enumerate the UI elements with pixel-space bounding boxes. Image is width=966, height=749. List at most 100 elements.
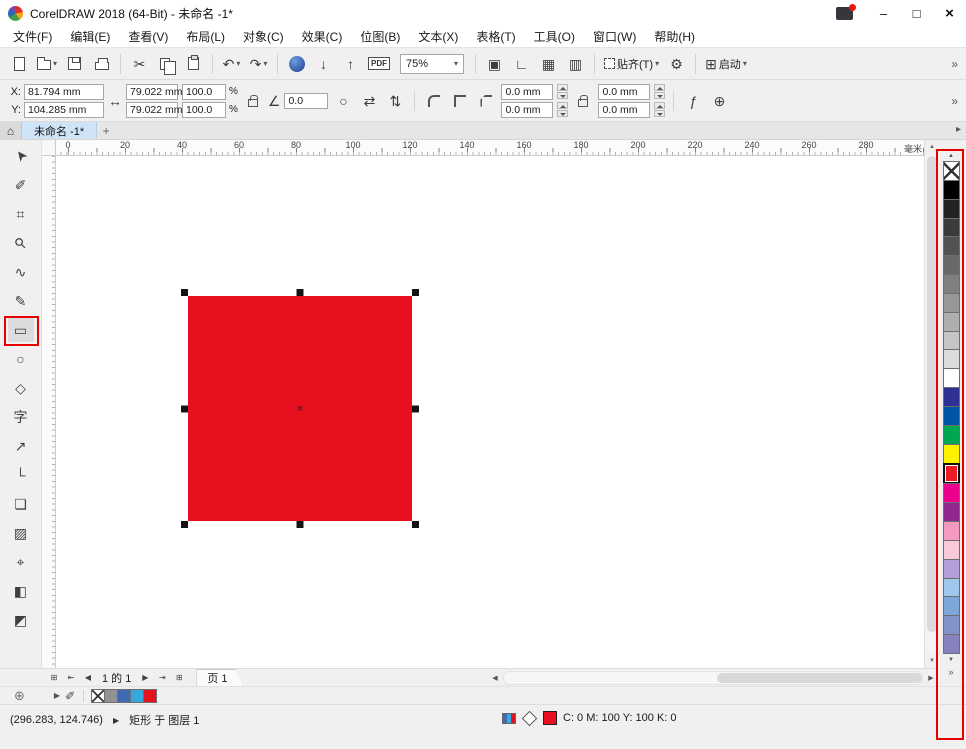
options-button[interactable]: ⚙ bbox=[664, 51, 689, 77]
corner-radius-br-field[interactable]: 0.0 mm bbox=[598, 102, 650, 118]
text-tool[interactable]: 字 bbox=[8, 405, 34, 429]
add-tools-button[interactable]: ⊕ bbox=[14, 688, 25, 704]
hscroll-left-button[interactable]: ◀ bbox=[488, 670, 502, 686]
statusbar-flyout-icon[interactable]: ▶ bbox=[113, 716, 119, 725]
rotation-angle-field[interactable]: 0.0 bbox=[284, 93, 328, 109]
round-corner-button[interactable] bbox=[423, 90, 445, 112]
snap-to-button[interactable]: 贴齐(T)▾ bbox=[601, 51, 662, 77]
selection-handle-top-right[interactable] bbox=[412, 289, 419, 296]
palette-swatch-pink[interactable] bbox=[943, 521, 960, 541]
palette-swatch-cyan-blue[interactable] bbox=[943, 406, 960, 426]
horizontal-scrollbar-thumb[interactable] bbox=[717, 673, 922, 683]
horizontal-scrollbar[interactable] bbox=[503, 671, 923, 685]
y-position-field[interactable]: 104.285 mm bbox=[24, 102, 104, 118]
zoom-level-select[interactable]: 75% ▾ bbox=[400, 54, 464, 74]
rectangle-tool[interactable]: ▭ bbox=[8, 318, 34, 342]
palette-swatch-black-10[interactable] bbox=[943, 349, 960, 369]
palette-swatch-baby-blue[interactable] bbox=[943, 578, 960, 598]
drop-shadow-tool[interactable]: ❏ bbox=[8, 492, 34, 516]
convert-to-curve-button[interactable]: ƒ bbox=[682, 90, 704, 112]
palette-swatch-black-80[interactable] bbox=[943, 218, 960, 238]
show-guidelines-button[interactable]: ▥ bbox=[563, 51, 588, 77]
hscroll-right-button[interactable]: ▶ bbox=[924, 670, 938, 686]
ruler-origin-corner[interactable] bbox=[42, 140, 56, 156]
vertical-scrollbar[interactable]: ▲ ▼ bbox=[924, 140, 938, 668]
first-page-button[interactable]: ⇤ bbox=[63, 670, 79, 686]
selection-handle-bottom-left[interactable] bbox=[181, 521, 188, 528]
spinner[interactable] bbox=[654, 102, 665, 117]
transparency-tool[interactable]: ▨ bbox=[8, 521, 34, 545]
selection-handle-right[interactable] bbox=[412, 405, 419, 412]
menu-file[interactable]: 文件(F) bbox=[4, 26, 61, 47]
color-eyedropper-tool[interactable]: ⌖ bbox=[8, 550, 34, 574]
menu-layout[interactable]: 布局(L) bbox=[177, 26, 234, 47]
horizontal-ruler[interactable]: 毫米 0204060801001201401601802002202402602… bbox=[56, 140, 924, 156]
palette-swatch-purple[interactable] bbox=[943, 502, 960, 522]
mirror-vertical-button[interactable]: ⇅ bbox=[384, 90, 406, 112]
new-document-button[interactable] bbox=[7, 51, 32, 77]
palette-swatch-blue[interactable] bbox=[943, 387, 960, 407]
polygon-tool[interactable]: ◇ bbox=[8, 376, 34, 400]
cut-button[interactable]: ✂ bbox=[127, 51, 152, 77]
docpalette-swatch-no-color[interactable] bbox=[91, 689, 105, 703]
menu-table[interactable]: 表格(T) bbox=[467, 26, 524, 47]
palette-swatch-black-20[interactable] bbox=[943, 331, 960, 351]
text-wrap-button[interactable]: ⊕ bbox=[708, 90, 730, 112]
minimize-button[interactable]: – bbox=[867, 0, 900, 26]
palette-swatch-black[interactable] bbox=[943, 180, 960, 200]
show-rulers-button[interactable]: ∟ bbox=[509, 51, 534, 77]
menu-help[interactable]: 帮助(H) bbox=[645, 26, 704, 47]
menu-object[interactable]: 对象(C) bbox=[234, 26, 293, 47]
propertybar-overflow-button[interactable]: » bbox=[951, 94, 958, 108]
import-button[interactable]: ↓ bbox=[311, 51, 336, 77]
close-button[interactable]: × bbox=[933, 0, 966, 26]
palette-swatch-yellow[interactable] bbox=[943, 444, 960, 464]
selection-handle-bottom-right[interactable] bbox=[412, 521, 419, 528]
palette-expand-button[interactable]: » bbox=[943, 666, 959, 678]
palette-swatch-black-30[interactable] bbox=[943, 312, 960, 332]
palette-swatch-periwinkle[interactable] bbox=[943, 615, 960, 635]
palette-swatch-black-40[interactable] bbox=[943, 293, 960, 313]
selection-handle-top-left[interactable] bbox=[181, 289, 188, 296]
palette-swatch-violet-blue[interactable] bbox=[943, 634, 960, 654]
palette-swatch-black-90[interactable] bbox=[943, 199, 960, 219]
open-button[interactable]: ▾ bbox=[34, 51, 60, 77]
search-content-button[interactable] bbox=[284, 51, 309, 77]
spinner[interactable] bbox=[557, 102, 568, 117]
docpalette-swatch-light-blue[interactable] bbox=[130, 689, 144, 703]
last-page-button[interactable]: ⇥ bbox=[154, 670, 170, 686]
palette-swatch-light-pink[interactable] bbox=[943, 540, 960, 560]
menu-effects[interactable]: 效果(C) bbox=[293, 26, 352, 47]
menu-tools[interactable]: 工具(O) bbox=[525, 26, 584, 47]
paste-button[interactable] bbox=[181, 51, 206, 77]
add-page-before-button[interactable]: ⊞ bbox=[46, 670, 62, 686]
palette-swatch-no-color[interactable] bbox=[943, 161, 960, 181]
palette-swatch-lavender[interactable] bbox=[943, 559, 960, 579]
scroll-down-button[interactable]: ▼ bbox=[925, 654, 939, 668]
selection-handle-bottom[interactable] bbox=[297, 521, 304, 528]
launch-button[interactable]: ⊞启动▾ bbox=[702, 51, 750, 77]
scale-x-field[interactable]: 100.0 bbox=[182, 84, 226, 100]
eyedropper-icon[interactable]: ✐ bbox=[65, 689, 75, 703]
document-tab[interactable]: 未命名 -1* bbox=[22, 122, 97, 139]
palette-swatch-red[interactable] bbox=[943, 463, 960, 485]
scalloped-corner-button[interactable] bbox=[449, 90, 471, 112]
maximize-button[interactable]: □ bbox=[900, 0, 933, 26]
show-grid-button[interactable]: ▦ bbox=[536, 51, 561, 77]
menu-window[interactable]: 窗口(W) bbox=[584, 26, 645, 47]
account-icon[interactable] bbox=[836, 7, 853, 20]
artistic-media-tool[interactable]: ✎ bbox=[8, 289, 34, 313]
corner-radius-bl-field[interactable]: 0.0 mm bbox=[501, 102, 553, 118]
new-document-tab-button[interactable]: + bbox=[97, 122, 115, 139]
copy-button[interactable] bbox=[154, 51, 179, 77]
palette-swatch-cornflower[interactable] bbox=[943, 596, 960, 616]
palette-swatch-black-50[interactable] bbox=[943, 274, 960, 294]
palette-swatch-magenta[interactable] bbox=[943, 483, 960, 503]
palette-swatch-black-70[interactable] bbox=[943, 236, 960, 256]
spinner[interactable] bbox=[654, 84, 665, 99]
menu-edit[interactable]: 编辑(E) bbox=[61, 26, 119, 47]
palette-scroll-down-button[interactable]: ▼ bbox=[943, 654, 959, 666]
vertical-ruler[interactable] bbox=[42, 156, 56, 668]
palette-swatch-black-60[interactable] bbox=[943, 255, 960, 275]
redo-button[interactable]: ↷▾ bbox=[246, 51, 271, 77]
